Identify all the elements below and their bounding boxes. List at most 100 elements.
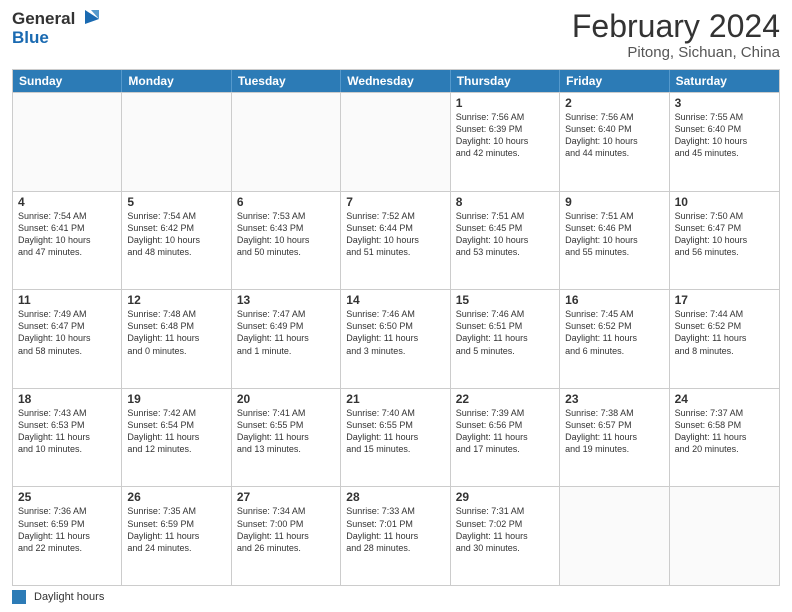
- calendar-cell: 17Sunrise: 7:44 AM Sunset: 6:52 PM Dayli…: [670, 290, 779, 388]
- cell-day-number: 3: [675, 96, 774, 110]
- logo-blue: Blue: [12, 29, 49, 48]
- cell-day-number: 14: [346, 293, 444, 307]
- title-block: February 2024 Pitong, Sichuan, China: [572, 10, 780, 61]
- calendar-cell: 29Sunrise: 7:31 AM Sunset: 7:02 PM Dayli…: [451, 487, 560, 585]
- logo: General Blue: [12, 10, 99, 47]
- calendar-cell: [341, 93, 450, 191]
- cell-info: Sunrise: 7:54 AM Sunset: 6:42 PM Dayligh…: [127, 210, 225, 259]
- cell-info: Sunrise: 7:34 AM Sunset: 7:00 PM Dayligh…: [237, 505, 335, 554]
- cell-info: Sunrise: 7:31 AM Sunset: 7:02 PM Dayligh…: [456, 505, 554, 554]
- cell-day-number: 5: [127, 195, 225, 209]
- cell-info: Sunrise: 7:50 AM Sunset: 6:47 PM Dayligh…: [675, 210, 774, 259]
- cell-info: Sunrise: 7:48 AM Sunset: 6:48 PM Dayligh…: [127, 308, 225, 357]
- calendar-cell: 12Sunrise: 7:48 AM Sunset: 6:48 PM Dayli…: [122, 290, 231, 388]
- cell-info: Sunrise: 7:42 AM Sunset: 6:54 PM Dayligh…: [127, 407, 225, 456]
- cell-info: Sunrise: 7:51 AM Sunset: 6:46 PM Dayligh…: [565, 210, 663, 259]
- calendar-cell: [560, 487, 669, 585]
- cell-day-number: 9: [565, 195, 663, 209]
- cell-day-number: 8: [456, 195, 554, 209]
- cell-day-number: 11: [18, 293, 116, 307]
- day-header-monday: Monday: [122, 70, 231, 92]
- cell-day-number: 26: [127, 490, 225, 504]
- logo-text: General Blue: [12, 10, 99, 47]
- cell-info: Sunrise: 7:51 AM Sunset: 6:45 PM Dayligh…: [456, 210, 554, 259]
- main-container: General Blue February 2024 Pitong, Sichu…: [0, 0, 792, 612]
- cell-day-number: 28: [346, 490, 444, 504]
- calendar: SundayMondayTuesdayWednesdayThursdayFrid…: [12, 69, 780, 586]
- calendar-cell: 11Sunrise: 7:49 AM Sunset: 6:47 PM Dayli…: [13, 290, 122, 388]
- calendar-week-2: 4Sunrise: 7:54 AM Sunset: 6:41 PM Daylig…: [13, 191, 779, 290]
- cell-day-number: 22: [456, 392, 554, 406]
- cell-day-number: 16: [565, 293, 663, 307]
- calendar-cell: 28Sunrise: 7:33 AM Sunset: 7:01 PM Dayli…: [341, 487, 450, 585]
- cell-info: Sunrise: 7:35 AM Sunset: 6:59 PM Dayligh…: [127, 505, 225, 554]
- calendar-cell: 9Sunrise: 7:51 AM Sunset: 6:46 PM Daylig…: [560, 192, 669, 290]
- cell-day-number: 21: [346, 392, 444, 406]
- calendar-cell: 16Sunrise: 7:45 AM Sunset: 6:52 PM Dayli…: [560, 290, 669, 388]
- calendar-cell: 6Sunrise: 7:53 AM Sunset: 6:43 PM Daylig…: [232, 192, 341, 290]
- logo-general: General: [12, 10, 75, 29]
- calendar-cell: 23Sunrise: 7:38 AM Sunset: 6:57 PM Dayli…: [560, 389, 669, 487]
- calendar-cell: 7Sunrise: 7:52 AM Sunset: 6:44 PM Daylig…: [341, 192, 450, 290]
- calendar-cell: 18Sunrise: 7:43 AM Sunset: 6:53 PM Dayli…: [13, 389, 122, 487]
- legend: Daylight hours: [12, 586, 780, 604]
- calendar-cell: 2Sunrise: 7:56 AM Sunset: 6:40 PM Daylig…: [560, 93, 669, 191]
- calendar-week-4: 18Sunrise: 7:43 AM Sunset: 6:53 PM Dayli…: [13, 388, 779, 487]
- legend-label: Daylight hours: [34, 591, 104, 603]
- location-subtitle: Pitong, Sichuan, China: [572, 44, 780, 61]
- cell-day-number: 13: [237, 293, 335, 307]
- calendar-week-3: 11Sunrise: 7:49 AM Sunset: 6:47 PM Dayli…: [13, 289, 779, 388]
- cell-day-number: 24: [675, 392, 774, 406]
- cell-day-number: 25: [18, 490, 116, 504]
- calendar-cell: 19Sunrise: 7:42 AM Sunset: 6:54 PM Dayli…: [122, 389, 231, 487]
- calendar-header: SundayMondayTuesdayWednesdayThursdayFrid…: [13, 70, 779, 92]
- cell-info: Sunrise: 7:41 AM Sunset: 6:55 PM Dayligh…: [237, 407, 335, 456]
- day-header-friday: Friday: [560, 70, 669, 92]
- cell-info: Sunrise: 7:36 AM Sunset: 6:59 PM Dayligh…: [18, 505, 116, 554]
- day-header-sunday: Sunday: [13, 70, 122, 92]
- calendar-cell: 26Sunrise: 7:35 AM Sunset: 6:59 PM Dayli…: [122, 487, 231, 585]
- calendar-cell: 22Sunrise: 7:39 AM Sunset: 6:56 PM Dayli…: [451, 389, 560, 487]
- header: General Blue February 2024 Pitong, Sichu…: [12, 10, 780, 61]
- cell-info: Sunrise: 7:52 AM Sunset: 6:44 PM Dayligh…: [346, 210, 444, 259]
- cell-day-number: 6: [237, 195, 335, 209]
- day-header-saturday: Saturday: [670, 70, 779, 92]
- calendar-cell: 27Sunrise: 7:34 AM Sunset: 7:00 PM Dayli…: [232, 487, 341, 585]
- cell-info: Sunrise: 7:44 AM Sunset: 6:52 PM Dayligh…: [675, 308, 774, 357]
- day-header-thursday: Thursday: [451, 70, 560, 92]
- calendar-cell: 1Sunrise: 7:56 AM Sunset: 6:39 PM Daylig…: [451, 93, 560, 191]
- cell-info: Sunrise: 7:46 AM Sunset: 6:51 PM Dayligh…: [456, 308, 554, 357]
- cell-day-number: 17: [675, 293, 774, 307]
- day-header-wednesday: Wednesday: [341, 70, 450, 92]
- calendar-week-1: 1Sunrise: 7:56 AM Sunset: 6:39 PM Daylig…: [13, 92, 779, 191]
- cell-info: Sunrise: 7:53 AM Sunset: 6:43 PM Dayligh…: [237, 210, 335, 259]
- calendar-cell: [232, 93, 341, 191]
- cell-day-number: 29: [456, 490, 554, 504]
- cell-day-number: 1: [456, 96, 554, 110]
- calendar-cell: 10Sunrise: 7:50 AM Sunset: 6:47 PM Dayli…: [670, 192, 779, 290]
- calendar-cell: [13, 93, 122, 191]
- logo-arrow-icon: [77, 10, 99, 28]
- cell-day-number: 18: [18, 392, 116, 406]
- calendar-cell: 21Sunrise: 7:40 AM Sunset: 6:55 PM Dayli…: [341, 389, 450, 487]
- calendar-body: 1Sunrise: 7:56 AM Sunset: 6:39 PM Daylig…: [13, 92, 779, 585]
- calendar-cell: 4Sunrise: 7:54 AM Sunset: 6:41 PM Daylig…: [13, 192, 122, 290]
- cell-day-number: 19: [127, 392, 225, 406]
- calendar-cell: 24Sunrise: 7:37 AM Sunset: 6:58 PM Dayli…: [670, 389, 779, 487]
- cell-day-number: 12: [127, 293, 225, 307]
- calendar-cell: 20Sunrise: 7:41 AM Sunset: 6:55 PM Dayli…: [232, 389, 341, 487]
- month-title: February 2024: [572, 10, 780, 42]
- cell-info: Sunrise: 7:45 AM Sunset: 6:52 PM Dayligh…: [565, 308, 663, 357]
- cell-info: Sunrise: 7:46 AM Sunset: 6:50 PM Dayligh…: [346, 308, 444, 357]
- cell-day-number: 7: [346, 195, 444, 209]
- legend-color-box: [12, 590, 26, 604]
- cell-info: Sunrise: 7:55 AM Sunset: 6:40 PM Dayligh…: [675, 111, 774, 160]
- calendar-cell: 14Sunrise: 7:46 AM Sunset: 6:50 PM Dayli…: [341, 290, 450, 388]
- cell-day-number: 23: [565, 392, 663, 406]
- cell-info: Sunrise: 7:56 AM Sunset: 6:39 PM Dayligh…: [456, 111, 554, 160]
- cell-day-number: 27: [237, 490, 335, 504]
- calendar-cell: 8Sunrise: 7:51 AM Sunset: 6:45 PM Daylig…: [451, 192, 560, 290]
- calendar-cell: [122, 93, 231, 191]
- calendar-cell: 5Sunrise: 7:54 AM Sunset: 6:42 PM Daylig…: [122, 192, 231, 290]
- cell-info: Sunrise: 7:33 AM Sunset: 7:01 PM Dayligh…: [346, 505, 444, 554]
